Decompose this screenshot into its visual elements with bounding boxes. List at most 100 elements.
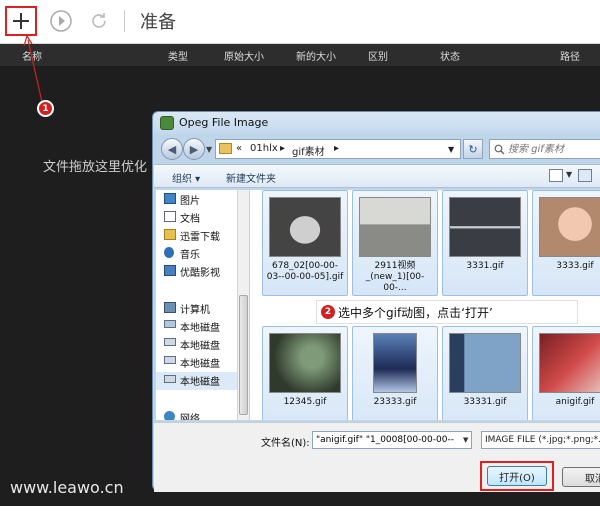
arrow-left-icon: ◀ xyxy=(167,142,177,156)
search-box[interactable] xyxy=(489,139,600,159)
file-name: 678_02[00-00-03--00-00-05].gif xyxy=(266,261,344,282)
nav-item-disk[interactable]: 本地磁盘 xyxy=(180,319,220,334)
navigation-pane: 图片 文档 迅雷下载 音乐 优酷影视 计算机 本地磁盘 本地磁盘 本地磁盘 本地… xyxy=(156,190,238,420)
address-dropdown-icon[interactable]: ▼ xyxy=(448,145,454,154)
file-thumbnail xyxy=(539,333,600,393)
breadcrumb-item[interactable]: gif素材 xyxy=(292,143,325,158)
filename-dropdown-icon[interactable]: ▼ xyxy=(463,436,468,444)
nav-item-disk-selected[interactable]: 本地磁盘 xyxy=(180,373,220,388)
nav-item-pictures[interactable]: 图片 xyxy=(180,192,200,207)
cancel-button[interactable]: 取消 xyxy=(562,467,600,487)
file-name: 23333.gif xyxy=(373,397,417,407)
file-name: 3331.gif xyxy=(466,261,504,271)
arrow-right-icon: ▶ xyxy=(189,142,199,156)
file-item[interactable]: 12345.gif xyxy=(262,326,348,420)
filetype-select[interactable]: IMAGE FILE (*.jpg;*.png;*. xyxy=(481,431,600,449)
file-item[interactable]: 33331.gif xyxy=(442,326,528,420)
open-button-highlight: 打开(O) xyxy=(480,461,554,491)
file-item[interactable]: 23333.gif xyxy=(352,326,438,420)
nav-item-documents[interactable]: 文档 xyxy=(180,210,200,225)
file-thumbnail xyxy=(269,197,341,257)
refresh-path-button[interactable]: ↻ xyxy=(463,139,483,159)
nav-item-computer[interactable]: 计算机 xyxy=(180,301,210,316)
address-bar[interactable]: « 01hlx ▸ gif素材 ▸ ▼ xyxy=(215,139,461,159)
video-icon xyxy=(164,265,176,276)
computer-icon xyxy=(164,302,176,313)
music-icon xyxy=(164,247,174,258)
file-thumbnail xyxy=(539,197,600,257)
filename-label: 文件名(N): xyxy=(261,438,310,449)
dialog-title: Opeg File Image xyxy=(179,116,269,129)
annotation-arrow xyxy=(23,34,43,103)
forward-button[interactable]: ▶ xyxy=(183,138,205,160)
nav-item-music[interactable]: 音乐 xyxy=(180,246,200,261)
file-thumbnail xyxy=(449,197,521,257)
organize-menu[interactable]: 组织 ▾ xyxy=(172,170,200,185)
file-name: 3333.gif xyxy=(556,261,594,271)
filename-input[interactable] xyxy=(313,432,471,448)
callout-text: 选中多个gif动图，点击‘打开’ xyxy=(338,305,493,320)
nav-item-video[interactable]: 优酷影视 xyxy=(180,264,220,279)
disk-icon xyxy=(164,320,176,328)
file-item[interactable]: 678_02[00-00-03--00-00-05].gif xyxy=(262,190,348,296)
nav-item-disk[interactable]: 本地磁盘 xyxy=(180,337,220,352)
breadcrumb-separator[interactable]: ▸ xyxy=(280,143,285,154)
view-mode-icon[interactable] xyxy=(549,169,563,182)
scrollbar-thumb[interactable] xyxy=(239,295,248,415)
command-bar: 组织 ▾ 新建文件夹 ▼ xyxy=(154,164,600,188)
file-name: 12345.gif xyxy=(283,397,327,407)
file-name: 33331.gif xyxy=(463,397,507,407)
column-type[interactable]: 类型 xyxy=(168,48,188,63)
file-item[interactable]: 3331.gif xyxy=(442,190,528,296)
refresh-icon xyxy=(92,13,106,28)
breadcrumb-overflow[interactable]: « xyxy=(236,143,242,154)
toolbar-divider xyxy=(124,10,125,32)
column-path[interactable]: 路径 xyxy=(560,48,580,63)
dialog-titlebar: Opeg File Image xyxy=(153,112,600,134)
status-text: 准备 xyxy=(140,12,176,33)
disk-icon xyxy=(164,356,176,364)
breadcrumb-separator[interactable]: ▸ xyxy=(334,143,339,154)
file-thumbnail xyxy=(373,333,417,393)
new-folder-button[interactable]: 新建文件夹 xyxy=(226,170,276,185)
folder-icon xyxy=(219,143,232,154)
documents-icon xyxy=(164,211,176,222)
app-toolbar: 准备 xyxy=(0,0,600,44)
column-difference[interactable]: 区别 xyxy=(368,48,388,63)
pictures-icon xyxy=(164,193,176,204)
file-item[interactable]: anigif.gif xyxy=(532,326,600,420)
file-thumbnail xyxy=(449,333,521,393)
back-button[interactable]: ◀ xyxy=(161,138,183,160)
file-item[interactable]: 3333.gif xyxy=(532,190,600,296)
drop-hint: 文件拖放这里优化 xyxy=(43,160,148,175)
history-dropdown-icon[interactable]: ▼ xyxy=(206,145,212,154)
network-icon xyxy=(164,411,175,420)
dialog-footer: 文件名(N): ▼ IMAGE FILE (*.jpg;*.png;*. 打开(… xyxy=(154,422,600,492)
refresh-button[interactable] xyxy=(83,6,115,36)
nav-item-network[interactable]: 网络 xyxy=(180,410,200,420)
navigation-scrollbar[interactable] xyxy=(237,190,249,420)
step-callout: 2 选中多个gif动图，点击‘打开’ xyxy=(316,300,578,324)
column-new-size[interactable]: 新的大小 xyxy=(296,48,336,63)
file-thumbnail xyxy=(269,333,341,393)
search-icon xyxy=(494,144,505,155)
file-list-header: 名称 类型 原始大小 新的大小 区别 状态 路径 xyxy=(0,44,600,66)
nav-item-downloads[interactable]: 迅雷下载 xyxy=(180,228,220,243)
file-item[interactable]: 2911视频_(new_1)[00-00-... xyxy=(352,190,438,296)
view-dropdown-icon[interactable]: ▼ xyxy=(566,170,572,179)
file-name: 2911视频_(new_1)[00-00-... xyxy=(365,261,425,293)
disk-icon xyxy=(164,375,176,383)
column-original-size[interactable]: 原始大小 xyxy=(224,48,264,63)
preview-pane-icon[interactable] xyxy=(578,169,592,182)
open-button[interactable]: 打开(O) xyxy=(487,466,547,486)
step-marker-2: 2 xyxy=(321,305,335,319)
filename-field[interactable] xyxy=(312,431,472,449)
breadcrumb-item[interactable]: 01hlx xyxy=(250,143,278,154)
nav-item-disk[interactable]: 本地磁盘 xyxy=(180,355,220,370)
app-icon xyxy=(160,116,174,130)
column-status[interactable]: 状态 xyxy=(440,48,460,63)
search-input[interactable] xyxy=(490,140,600,158)
watermark: www.leawo.cn xyxy=(10,478,124,497)
file-name: anigif.gif xyxy=(555,397,595,407)
refresh-icon: ↻ xyxy=(468,142,478,156)
